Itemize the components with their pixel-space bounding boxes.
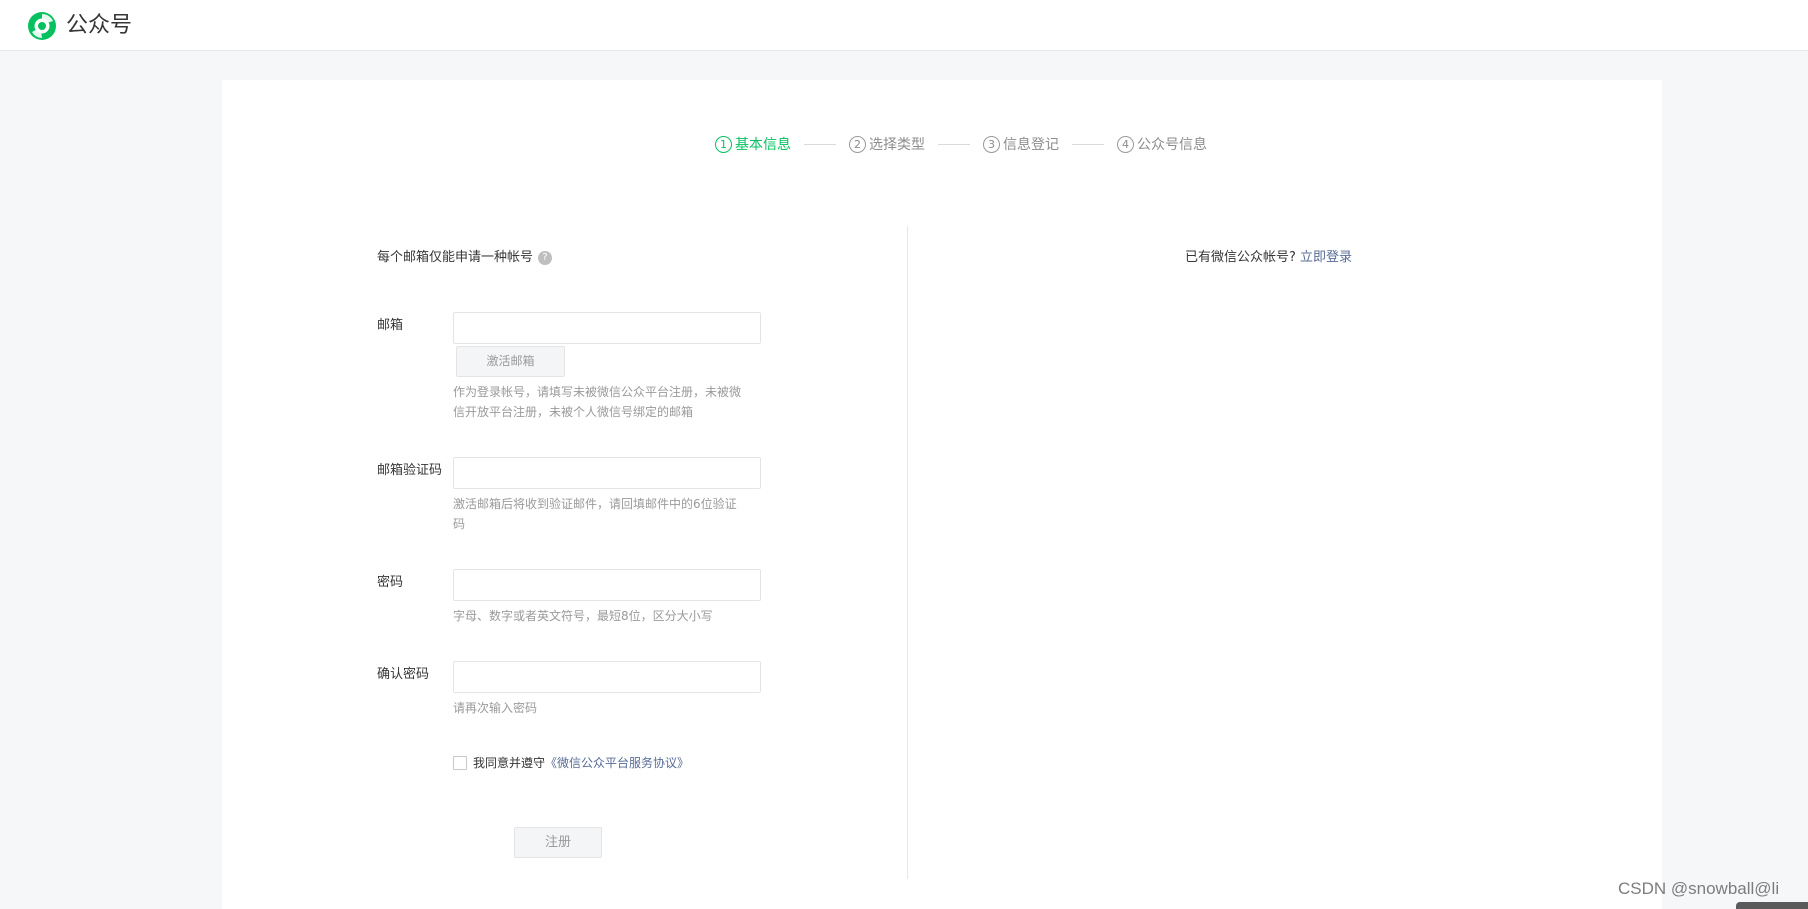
step-info-register: 3 信息登记: [983, 134, 1059, 154]
brand-title[interactable]: 公众号: [66, 12, 132, 40]
vertical-divider: [907, 226, 908, 879]
email-field[interactable]: [453, 312, 761, 344]
register-card: 1 基本信息 2 选择类型 3 信息登记 4 公众号信息 每个邮箱仅能申请一种帐…: [222, 80, 1662, 909]
email-hint: 作为登录帐号，请填写未被微信公众平台注册，未被微信开放平台注册，未被个人微信号绑…: [453, 385, 742, 419]
agreement-row: 我同意并遵守 《微信公众平台服务协议》: [453, 754, 689, 772]
corner-bar: [1736, 902, 1808, 909]
login-prompt: 已有微信公众帐号? 立即登录: [1185, 248, 1352, 268]
service-agreement-link[interactable]: 《微信公众平台服务协议》: [545, 754, 689, 772]
email-code-hint: 激活邮箱后将收到验证邮件，请回填邮件中的6位验证码: [453, 497, 737, 531]
step-label-4: 公众号信息: [1137, 137, 1207, 153]
step-connector: [938, 143, 970, 145]
confirm-password-hint: 请再次输入密码: [453, 701, 538, 715]
login-link[interactable]: 立即登录: [1300, 250, 1352, 265]
watermark: CSDN @snowball@li: [1618, 879, 1780, 898]
password-field[interactable]: [453, 569, 761, 601]
agree-checkbox[interactable]: [453, 756, 467, 770]
step-account-info: 4 公众号信息: [1117, 134, 1207, 154]
register-button[interactable]: 注册: [514, 827, 602, 858]
email-label: 邮箱: [377, 318, 404, 333]
step-connector: [1072, 143, 1104, 145]
password-label: 密码: [377, 575, 404, 590]
top-bar: 公众号: [0, 0, 1808, 51]
activate-email-button[interactable]: 激活邮箱: [456, 346, 565, 377]
password-hint: 字母、数字或者英文符号，最短8位，区分大小写: [453, 609, 713, 623]
confirm-password-label: 确认密码: [377, 667, 430, 682]
email-code-field[interactable]: [453, 457, 761, 489]
help-icon[interactable]: ?: [538, 251, 553, 265]
agree-text: 我同意并遵守: [473, 756, 546, 770]
wechat-official-account-logo-icon[interactable]: [26, 10, 58, 42]
confirm-password-field[interactable]: [453, 661, 761, 693]
step-number-4: 4: [1117, 135, 1134, 153]
register-form: 每个邮箱仅能申请一种帐号 ? 邮箱 激活邮箱 作为登录帐号，请填写未被微信公众平…: [377, 80, 897, 909]
form-tip-text: 每个邮箱仅能申请一种帐号: [377, 250, 534, 265]
step-label-3: 信息登记: [1003, 137, 1059, 153]
email-code-label: 邮箱验证码: [377, 463, 443, 478]
step-number-3: 3: [983, 135, 1000, 153]
login-prompt-text: 已有微信公众帐号?: [1185, 250, 1296, 265]
form-tip: 每个邮箱仅能申请一种帐号 ?: [377, 248, 553, 268]
